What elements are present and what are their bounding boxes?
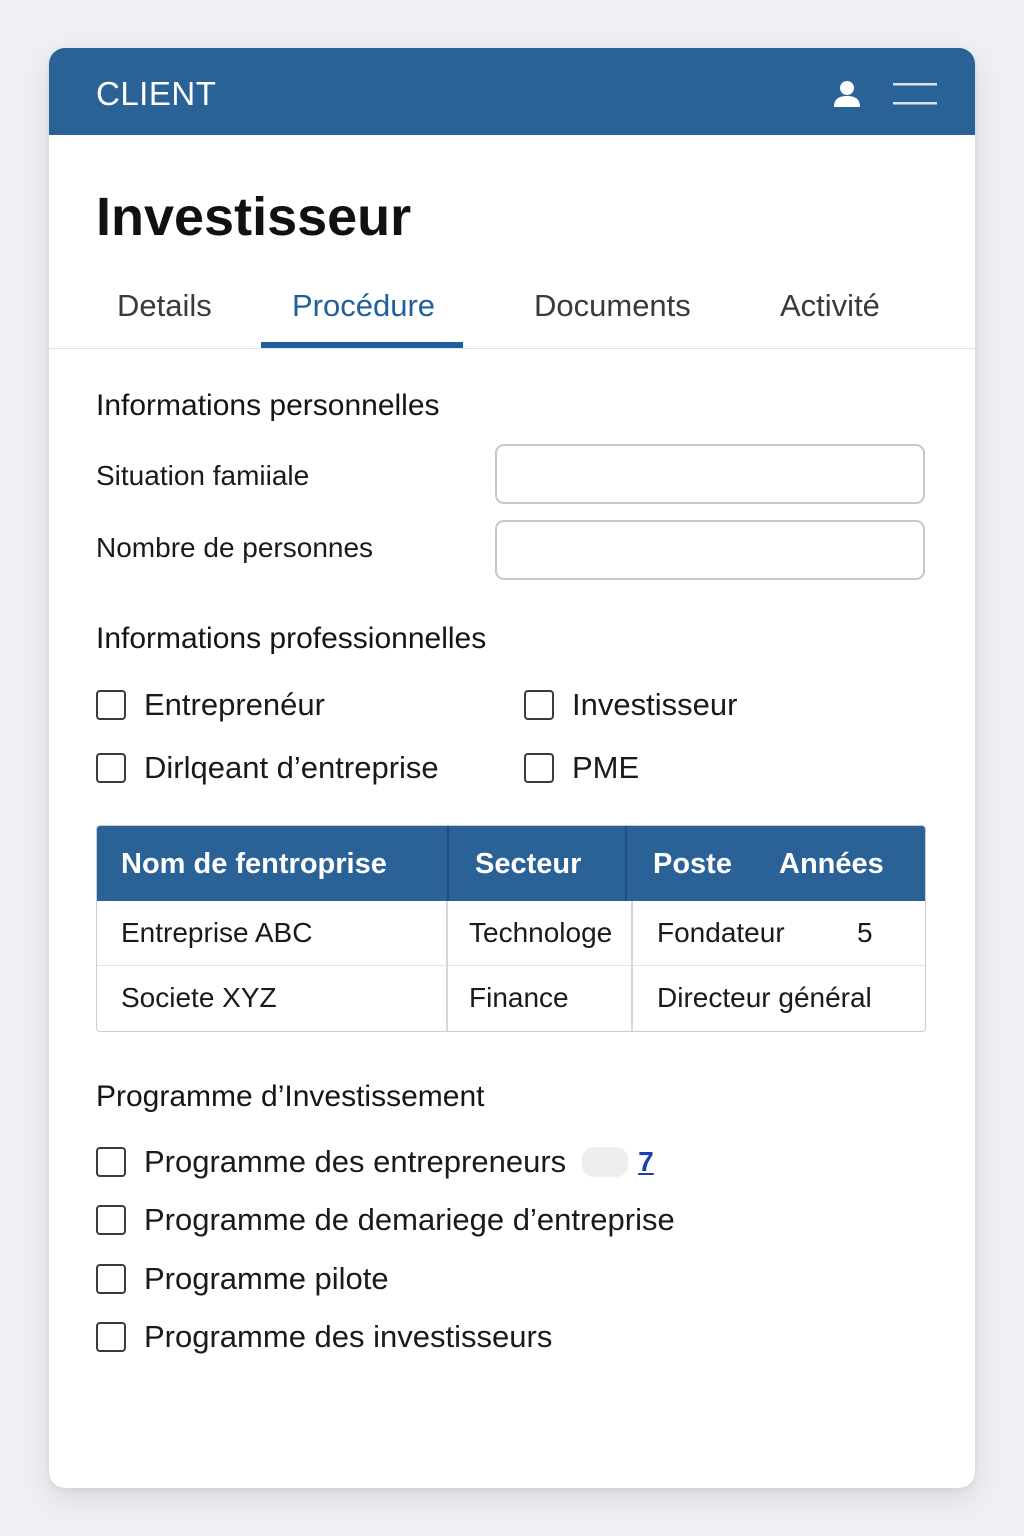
column-divider — [446, 901, 448, 1031]
checkbox-programme-pilote[interactable]: Programme pilote — [96, 1261, 389, 1297]
checkbox-programme-demarrage[interactable]: Programme de demariege d’entreprise — [96, 1202, 675, 1238]
table-cell: Finance — [469, 982, 569, 1013]
table-header: Nom de fentroprise Secteur Poste Années — [97, 826, 925, 901]
table-cell: Fondateur — [657, 917, 785, 948]
section-title-personal: Informations personnelles — [96, 389, 440, 422]
column-divider — [447, 826, 449, 901]
column-header-annees: Années — [779, 848, 884, 880]
nombre-personnes-input[interactable] — [495, 520, 925, 580]
checkbox-box[interactable] — [524, 753, 554, 783]
table-cell: Societe XYZ — [121, 982, 277, 1013]
checkbox-label: Investisseur — [572, 687, 738, 722]
program-link[interactable]: 7 — [638, 1146, 654, 1178]
situation-familiale-input[interactable] — [495, 444, 925, 504]
section-title-program: Programme d’Investissement — [96, 1080, 485, 1113]
column-divider — [625, 826, 627, 901]
checkbox-box[interactable] — [524, 690, 554, 720]
checkbox-dirigeant[interactable]: Dirlqeant d’entreprise — [96, 750, 439, 786]
active-tab-indicator — [261, 342, 463, 348]
table-cell: 5 — [857, 917, 873, 948]
section-title-professional: Informations professionnelles — [96, 622, 487, 655]
tab-details[interactable]: Details — [117, 288, 212, 324]
column-header-secteur: Secteur — [475, 848, 582, 880]
column-header-poste: Poste — [653, 848, 732, 880]
user-icon[interactable] — [831, 78, 863, 110]
table-cell: Entreprise ABC — [121, 917, 313, 948]
checkbox-box[interactable] — [96, 1264, 126, 1294]
table-cell: Technologe — [469, 917, 613, 948]
tab-procedure[interactable]: Procédure — [292, 288, 435, 324]
checkbox-label: Entreprenéur — [144, 687, 325, 722]
hamburger-menu-icon[interactable] — [893, 81, 937, 107]
situation-familiale-label: Situation famiiale — [96, 460, 310, 491]
checkbox-label: PME — [572, 750, 640, 785]
checkbox-box[interactable] — [96, 690, 126, 720]
table-row: Entreprise ABC Technologe Fondateur 5 — [97, 901, 925, 966]
checkbox-entrepreneur[interactable]: Entreprenéur — [96, 687, 325, 723]
checkbox-label: Programme des investisseurs — [144, 1319, 553, 1354]
checkbox-label: Programme de demariege d’entreprise — [144, 1202, 675, 1237]
client-card: CLIENT Investisseur Details Procédure Do… — [49, 48, 975, 1488]
checkbox-label: Programme des entrepreneurs — [144, 1144, 567, 1179]
tab-activite[interactable]: Activité — [780, 288, 880, 324]
checkbox-box[interactable] — [96, 1322, 126, 1352]
column-divider — [631, 901, 633, 1031]
tab-documents[interactable]: Documents — [534, 288, 691, 324]
checkbox-box[interactable] — [96, 753, 126, 783]
nombre-personnes-label: Nombre de personnes — [96, 532, 374, 563]
checkbox-programme-investisseurs[interactable]: Programme des investisseurs — [96, 1319, 552, 1355]
checkbox-label: Dirlqeant d’entreprise — [144, 750, 439, 785]
checkbox-investisseur[interactable]: Investisseur — [524, 687, 737, 723]
page-title: Investisseur — [96, 187, 412, 247]
app-title: CLIENT — [96, 75, 217, 112]
checkbox-programme-entrepreneurs[interactable]: Programme des entrepreneurs 7 — [96, 1144, 654, 1180]
top-bar: CLIENT — [49, 48, 975, 135]
checkbox-box[interactable] — [96, 1147, 126, 1177]
table-row: Societe XYZ Finance Directeur général — [97, 966, 925, 1031]
companies-table: Nom de fentroprise Secteur Poste Années … — [96, 825, 926, 1032]
table-cell: Directeur général — [657, 982, 872, 1013]
column-header-entreprise: Nom de fentroprise — [121, 848, 387, 880]
tab-bar: Details Procédure Documents Activité — [49, 278, 975, 349]
checkbox-box[interactable] — [96, 1205, 126, 1235]
redacted-mark — [582, 1147, 629, 1177]
checkbox-label: Programme pilote — [144, 1261, 389, 1296]
checkbox-pme[interactable]: PME — [524, 750, 639, 786]
